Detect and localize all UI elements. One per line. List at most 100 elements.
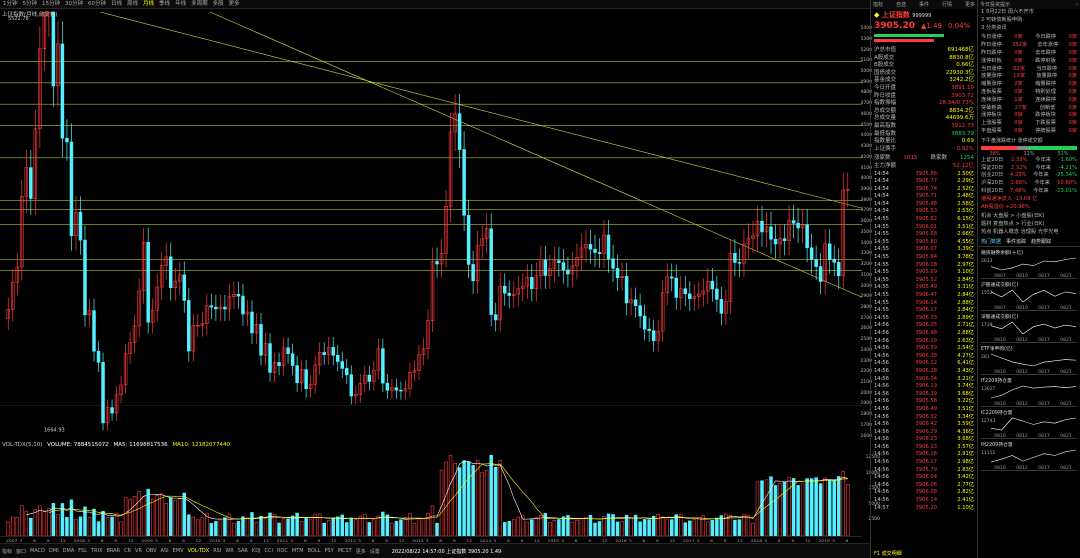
quote-header-tab[interactable]: 自选 (896, 1, 906, 8)
trade-row[interactable]: 14:56 3906.25 2.71亿 (874, 322, 974, 330)
quote-header-tab[interactable]: 指标 (873, 1, 883, 8)
trade-row[interactable]: 14:56 3906.28 3.43亿 (874, 368, 974, 376)
mini-chart[interactable]: IF2209持仓量 13027 0810 0812 0817 0821 (981, 377, 1077, 407)
trade-row[interactable]: 14:55 3906.17 2.84亿 (874, 307, 974, 315)
period-tab[interactable]: 月线 (143, 0, 154, 8)
trade-row[interactable]: 14:56 3906.17 2.98亿 (874, 459, 974, 467)
indicator-tab[interactable]: OBV (146, 548, 157, 554)
quote-header-tab[interactable]: 事件 (919, 1, 929, 8)
tip-item[interactable]: 2 可转债新股申购 (978, 17, 1080, 25)
quote-header-tab[interactable]: 行情 (942, 1, 952, 8)
trade-row[interactable]: 14:56 3906.32 3.34亿 (874, 414, 974, 422)
trade-time: 14:56 (874, 421, 889, 428)
period-tab[interactable]: 更多 (229, 0, 240, 8)
quote-footer[interactable]: F1 成交明细 (874, 550, 902, 557)
tip-item[interactable]: 1 8月22日 周六不开市 (978, 9, 1080, 17)
trade-row[interactable]: 14:56 3906.14 2.41亿 (874, 497, 974, 505)
trade-row[interactable]: 14:56 3905.58 3.22亿 (874, 398, 974, 406)
indicator-tab[interactable]: 指标 (2, 548, 12, 555)
mini-chart[interactable]: ETF净申购(亿) 281 0810 0812 0817 0821 (981, 345, 1077, 375)
period-tab[interactable]: 30分钟 (65, 0, 83, 8)
indicator-tab[interactable]: CR (124, 548, 131, 554)
data-tab[interactable]: 事件追踪 (1006, 239, 1026, 245)
period-tab[interactable]: 季线 (159, 0, 170, 8)
trade-row[interactable]: 14:56 3906.34 3.21亿 (874, 376, 974, 384)
period-tab[interactable]: 多股 (213, 0, 224, 8)
trade-row[interactable]: 14:54 3905.53 2.53亿 (874, 208, 974, 216)
indicator-tab[interactable]: MCST (338, 548, 352, 554)
trade-row[interactable]: 14:54 3905.86 2.50亿 (874, 171, 974, 179)
data-tab[interactable]: 热门数据 (981, 239, 1001, 245)
trade-row[interactable]: 14:56 3906.59 2.54亿 (874, 345, 974, 353)
indicator-tab[interactable]: DMA (63, 548, 75, 554)
volume-chart[interactable] (0, 449, 862, 536)
indicator-tab[interactable]: WR (225, 548, 233, 554)
trade-row[interactable]: 14:55 3905.69 3.10亿 (874, 269, 974, 277)
news-item[interactable]: 热点 机器人概念 治理股 光学光电 (978, 229, 1080, 237)
indicator-tab[interactable]: ROC (277, 548, 288, 554)
news-item[interactable]: 题材 复盘热点 > 行业(日K) (978, 221, 1080, 229)
period-tab[interactable]: 1分钟 (3, 0, 18, 8)
trade-row[interactable]: 14:54 3905.77 2.29亿 (874, 178, 974, 186)
trade-row[interactable]: 14:55 3905.82 6.15亿 (874, 216, 974, 224)
period-tab[interactable]: 60分钟 (88, 0, 106, 8)
trade-row[interactable]: 14:56 3906.49 3.51亿 (874, 406, 974, 414)
indicator-tab[interactable]: 设置 (370, 548, 380, 555)
indicator-tab[interactable]: VOL-TDX (188, 548, 210, 554)
trade-row[interactable]: 14:56 3906.23 3.68亿 (874, 436, 974, 444)
indicator-tab[interactable]: ASI (161, 548, 169, 554)
mini-chart[interactable]: 融资融券余额(十亿) 2633 0807 0810 0817 0821 (981, 249, 1077, 279)
indicator-tab[interactable]: VR (135, 548, 142, 554)
period-tab[interactable]: 周线 (127, 0, 138, 8)
mini-chart[interactable]: IH2209持仓量 11151 0810 0812 0817 0821 (981, 441, 1077, 471)
indicator-tab[interactable]: TRIX (91, 548, 102, 554)
trade-row[interactable]: 14:55 3905.94 3.78亿 (874, 254, 974, 262)
trade-row[interactable]: 14:55 3905.68 2.66亿 (874, 231, 974, 239)
more-link[interactable]: › (1076, 2, 1078, 8)
indicator-tab[interactable]: BRAR (106, 548, 120, 554)
trade-row[interactable]: 14:56 3906.42 3.59亿 (874, 421, 974, 429)
data-tab[interactable]: 趋势跟踪 (1031, 239, 1051, 245)
indicator-tab[interactable]: 窗口 (16, 548, 26, 555)
period-tab[interactable]: 日线 (111, 0, 122, 8)
mini-chart[interactable]: 沪股通成交额(亿) 1552 0807 0810 0817 0821 (981, 281, 1077, 311)
quote-header-tab[interactable]: 更多 (965, 1, 975, 8)
trade-row[interactable]: 14:56 3906.08 2.82亿 (874, 489, 974, 497)
indicator-tab[interactable]: KDJ (252, 548, 261, 554)
indicator-tab[interactable]: MACD (30, 548, 45, 554)
indicator-tab[interactable]: SAR (238, 548, 248, 554)
indicator-tab[interactable]: BOLL (308, 548, 321, 554)
indicator-tab[interactable]: DMI (49, 548, 59, 554)
trade-price: 3906.32 (915, 413, 937, 420)
kline-chart[interactable]: 5522.78 1664.93 (0, 12, 868, 442)
indicator-tab[interactable]: MTM (292, 548, 304, 554)
trade-row[interactable]: 14:57 3905.20 1.10亿 (874, 505, 974, 513)
indicator-tab[interactable]: EMV (173, 548, 184, 554)
news-item[interactable]: 机会 大盘股 > 小盘股(日K) (978, 213, 1080, 221)
trade-row[interactable]: 14:56 3906.16 2.91亿 (874, 451, 974, 459)
trade-row[interactable]: 14:55 3905.49 3.31亿 (874, 284, 974, 292)
volume-bar (778, 483, 782, 536)
period-tab[interactable]: 年线 (175, 0, 186, 8)
indicator-tab[interactable]: 更多 (356, 548, 366, 555)
indicator-tab[interactable]: PSY (324, 548, 333, 554)
indicator-tab[interactable]: FSL (78, 548, 87, 554)
tip-item[interactable]: 3 分类资讯 (978, 25, 1080, 33)
trade-row[interactable]: 14:56 3906.12 6.41亿 (874, 360, 974, 368)
trade-row[interactable]: 14:55 3906.07 3.39亿 (874, 246, 974, 254)
star-icon[interactable]: ◆ (874, 11, 879, 19)
mini-chart[interactable]: IC2209持仓量 12743 0810 0812 0817 0821 (981, 409, 1077, 439)
indicator-tab[interactable]: CCI (265, 548, 273, 554)
trade-row[interactable]: 14:55 3906.47 2.84亿 (874, 292, 974, 300)
mini-chart[interactable]: 深股通成交额(亿) 1739 0810 0812 0817 0821 (981, 313, 1077, 343)
trade-detail-list[interactable]: 14:54 3905.86 2.50亿 14:54 3905.77 2.29亿 14:54 3… (871, 171, 977, 513)
period-tab[interactable]: 多周期 (191, 0, 208, 8)
trade-row[interactable]: 14:56 3905.98 2.88亿 (874, 330, 974, 338)
trade-row[interactable]: 14:54 3905.71 2.48亿 (874, 193, 974, 201)
period-row: 创业20日 4.23% 今年来 -25.34% (978, 172, 1080, 180)
trade-row[interactable]: 14:56 3906.04 3.42亿 (874, 474, 974, 482)
trade-row[interactable]: 14:56 3906.19 3.74亿 (874, 383, 974, 391)
period-tab[interactable]: 5分钟 (23, 0, 38, 8)
indicator-tab[interactable]: RSI (213, 548, 221, 554)
period-tab[interactable]: 15分钟 (42, 0, 60, 8)
